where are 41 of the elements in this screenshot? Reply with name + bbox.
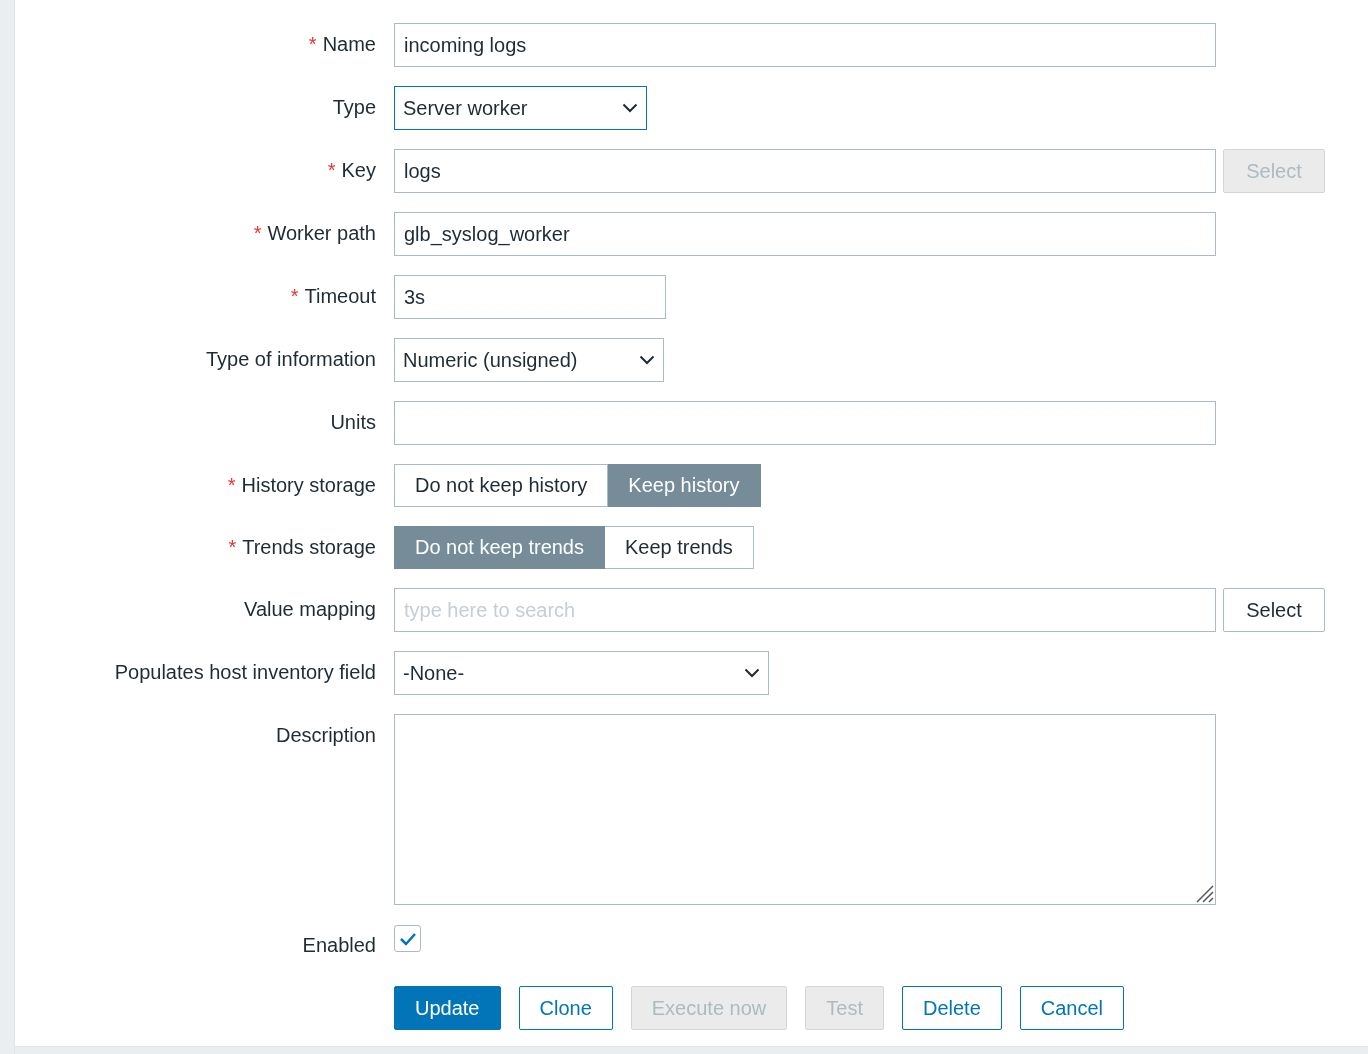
text-field[interactable]: 3s [394,275,666,319]
text-field[interactable] [394,401,1216,445]
segment-option[interactable]: Keep trends [605,526,754,569]
field-label: Trends storage [242,536,376,559]
text-field[interactable]: incoming logs [394,23,1216,67]
chevron-down-icon [744,668,760,678]
required-asterisk: * [308,33,317,56]
required-asterisk: * [290,285,299,308]
chevron-down-icon [622,103,638,113]
field-label: Value mapping [244,598,376,621]
field-label: Worker path [267,222,376,245]
action-button[interactable]: Cancel [1019,986,1125,1030]
required-asterisk: * [253,222,262,245]
field-label: Type of information [205,348,376,371]
text-field[interactable]: glb_syslog_worker [394,212,1216,256]
field-label: Type [332,96,376,119]
field-label: History storage [241,474,376,497]
required-asterisk: * [227,474,236,497]
segment-option[interactable]: Do not keep history [394,464,609,507]
field-label: Description [275,724,376,747]
action-button[interactable]: Update [394,986,501,1030]
field-label: Units [330,411,376,434]
field-label: Enabled [302,934,376,957]
chevron-down-icon [639,355,655,365]
text-field[interactable]: logs [394,149,1216,193]
field-label: Populates host inventory field [114,661,376,684]
dropdown[interactable]: -None- [394,651,769,695]
dropdown[interactable]: Server worker [394,86,647,130]
resize-handle-icon[interactable] [1194,883,1214,903]
dropdown[interactable]: Numeric (unsigned) [394,338,664,382]
select-button[interactable]: Select [1223,588,1325,632]
field-label: Name [322,33,376,56]
field-label: Timeout [304,285,376,308]
field-label: Key [341,159,376,182]
text-field[interactable]: type here to search [394,588,1216,632]
checkmark-icon [398,931,417,946]
checkbox[interactable] [394,925,421,952]
action-button[interactable]: Clone [518,986,613,1030]
action-button[interactable]: Delete [901,986,1002,1030]
required-asterisk: * [327,159,336,182]
required-asterisk: * [228,536,237,559]
